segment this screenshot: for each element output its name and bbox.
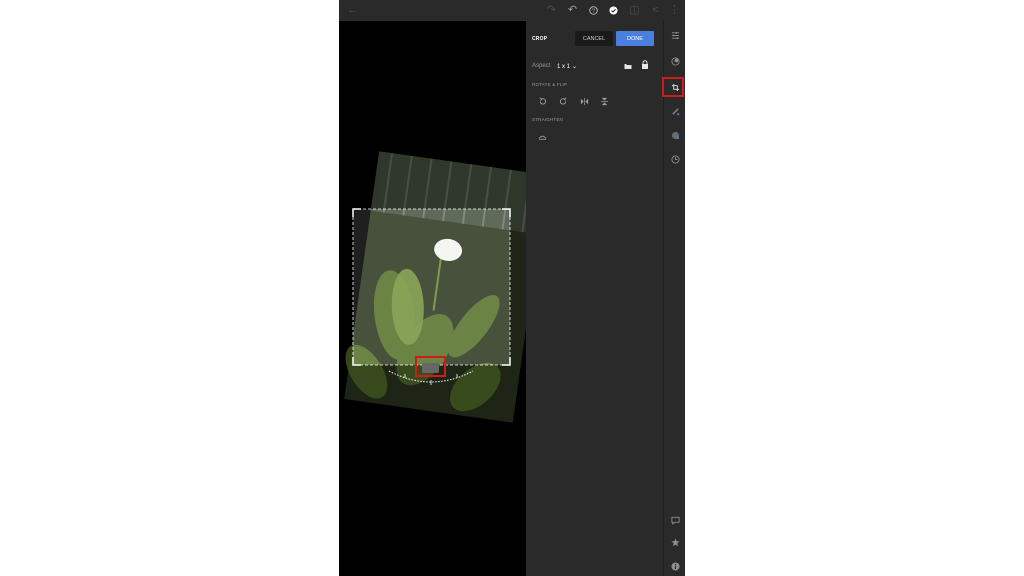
presets-icon[interactable] [668,54,682,68]
crop-panel: CROP CANCEL DONE Aspect 1 x 1 ⌄ ROTATE &… [526,21,663,576]
aspect-dropdown[interactable]: 1 x 1 ⌄ [557,62,577,71]
chevron-down-icon: ⌄ [572,64,578,70]
healing-brush-icon[interactable] [668,104,682,118]
flip-vertical-icon[interactable] [599,96,610,107]
history-icon[interactable] [668,152,682,166]
comment-icon[interactable] [668,513,682,527]
photo-editor-app: ← ↷ ↶ ? ◫ < ⋮ CROP CANCEL DONE Aspect 1 … [339,0,685,576]
share-icon[interactable]: < [648,3,663,18]
more-icon[interactable]: ⋮ [667,3,682,18]
back-icon[interactable]: ← [345,3,360,18]
check-icon[interactable] [606,3,621,18]
rotate-left-icon[interactable] [537,96,548,107]
undo-icon[interactable]: ↶ [565,3,580,18]
aspect-value: 1 x 1 [557,63,571,70]
help-circle-icon: ? [589,6,598,15]
help-icon[interactable]: ? [586,3,601,18]
info-icon[interactable] [668,559,682,573]
sliders-icon[interactable] [668,28,682,42]
auto-straighten-icon[interactable] [537,132,548,143]
compare-icon[interactable]: ◫ [627,3,642,18]
lock-icon[interactable] [639,59,650,70]
svg-text:?: ? [592,8,595,14]
crop-tool-highlight [662,77,684,97]
landscape-rect-icon [624,63,631,69]
top-toolbar: ← ↷ ↶ ? ◫ < ⋮ [339,0,685,21]
photo-crop-view[interactable] [339,21,526,576]
check-circle-icon [609,6,618,15]
aspect-label: Aspect [532,63,551,69]
crop-frame[interactable] [352,208,511,366]
straighten-dial-highlight [415,356,446,377]
rotate-flip-label: ROTATE & FLIP [532,82,568,87]
done-button[interactable]: DONE [616,31,654,46]
rotate-right-icon[interactable] [558,96,569,107]
image-canvas[interactable] [339,21,526,576]
selective-mask-icon[interactable] [668,128,682,142]
flip-horizontal-icon[interactable] [579,96,590,107]
straighten-label: STRAIGHTEN [532,117,564,122]
padlock-icon [641,59,648,69]
panel-title: CROP [532,36,548,42]
redo-icon[interactable]: ↷ [544,3,559,18]
cancel-button[interactable]: CANCEL [575,31,613,46]
orientation-icon[interactable] [622,61,633,72]
tool-rail [662,21,685,576]
star-icon[interactable] [668,535,682,549]
